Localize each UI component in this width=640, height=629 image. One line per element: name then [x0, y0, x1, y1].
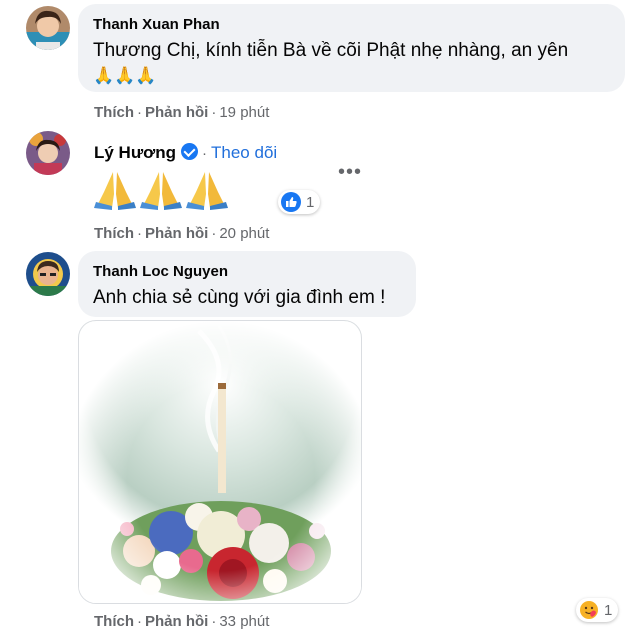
comment-author[interactable]: Thanh Loc Nguyen: [93, 263, 228, 280]
reply-button[interactable]: Phản hồi: [145, 104, 208, 121]
comment-photo[interactable]: [78, 320, 362, 604]
verified-badge-icon: [181, 143, 199, 160]
comment-bubble: Thanh Xuan Phan Thương Chị, kính tiễn Bà…: [78, 4, 625, 92]
comment-text: Thương Chị, kính tiễn Bà về cõi Phật nhẹ…: [93, 40, 569, 61]
folded-hands-icon: 🙏🙏🙏: [93, 66, 157, 85]
folded-hands-icon: [94, 170, 228, 210]
folded-hands-icon: [186, 172, 228, 210]
comment-timestamp[interactable]: 20 phút: [219, 225, 269, 242]
avatar[interactable]: [26, 131, 70, 175]
like-button[interactable]: Thích: [94, 104, 134, 121]
avatar[interactable]: [26, 6, 70, 50]
care-reaction-icon: [580, 601, 598, 619]
comment-timestamp[interactable]: 33 phút: [219, 613, 269, 629]
reaction-summary[interactable]: 1: [576, 598, 619, 622]
like-reaction-icon: [281, 192, 301, 212]
more-options-icon[interactable]: •••: [338, 161, 362, 184]
comment-bubble: Thanh Loc Nguyen Anh chia sẻ cùng với gi…: [78, 251, 416, 317]
folded-hands-icon: [94, 172, 136, 210]
reply-button[interactable]: Phản hồi: [145, 225, 208, 242]
comment-text: Anh chia sẻ cùng với gia đình em !: [93, 287, 386, 308]
reaction-count: 1: [604, 601, 613, 619]
reaction-count: 1: [306, 193, 315, 211]
comment-actions: Thích · Phản hồi · 20 phút: [94, 225, 270, 242]
avatar[interactable]: [26, 252, 70, 296]
reaction-summary[interactable]: 1: [278, 190, 321, 214]
follow-button[interactable]: Theo dõi: [211, 143, 277, 162]
comment-header: Lý Hương · Theo dõi: [94, 143, 278, 162]
like-button[interactable]: Thích: [94, 613, 134, 629]
like-button[interactable]: Thích: [94, 225, 134, 242]
comment-author[interactable]: Lý Hương: [94, 143, 176, 162]
folded-hands-icon: [140, 172, 182, 210]
comment-timestamp[interactable]: 19 phút: [219, 104, 269, 121]
comment-actions: Thích · Phản hồi · 19 phút: [94, 104, 270, 121]
reply-button[interactable]: Phản hồi: [145, 613, 208, 629]
comment-author[interactable]: Thanh Xuan Phan: [93, 16, 220, 33]
comment-actions: Thích · Phản hồi · 33 phút: [94, 613, 270, 629]
